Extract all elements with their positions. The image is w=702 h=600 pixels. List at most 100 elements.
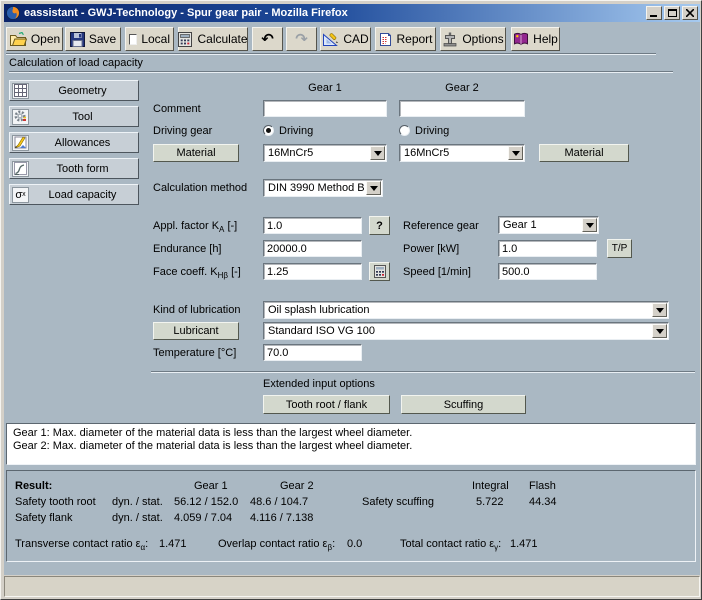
help-button-label: Help (533, 32, 558, 46)
sidebar-item-label: Allowances (29, 137, 136, 149)
local-toggle[interactable]: Local (125, 27, 174, 51)
results-integral-header: Integral (472, 480, 509, 492)
cad-button-label: CAD (343, 32, 368, 46)
calculator-icon (178, 32, 193, 47)
safety-flank-gear2-value: 4.116 / 7.138 (250, 512, 313, 524)
open-button-label: Open (31, 32, 60, 46)
power-input[interactable] (498, 240, 597, 257)
sidebar-item-load-capacity[interactable]: σx Load capacity (9, 184, 139, 205)
chevron-down-icon (370, 146, 385, 160)
title-bar[interactable]: eassistant - GWJ-Technology - Spur gear … (4, 4, 700, 22)
reference-gear-select[interactable]: Gear 1 (498, 216, 599, 234)
material-select-gear2[interactable]: 16MnCr5 (399, 144, 525, 162)
status-bar (4, 576, 700, 597)
face-coefficient-label: Face coeff. KHβ [-] (153, 266, 241, 280)
temperature-input[interactable] (263, 344, 362, 361)
safety-scuffing-flash-value: 44.34 (529, 496, 557, 508)
sidebar-item-tool[interactable]: Tool (9, 106, 139, 127)
application-factor-label: Appl. factor KA [-] (153, 220, 237, 234)
clamp-tool-icon (442, 32, 458, 47)
undo-button[interactable]: ↶ (252, 27, 283, 51)
face-coefficient-calculator-button[interactable] (369, 262, 390, 281)
sidebar-item-label: Load capacity (29, 189, 136, 201)
options-button[interactable]: Options (440, 27, 506, 51)
driving-radio-gear1[interactable] (263, 125, 274, 136)
calculate-button[interactable]: Calculate (178, 27, 248, 51)
local-checkbox[interactable] (129, 34, 137, 45)
chevron-down-icon (508, 146, 523, 160)
safety-flank-mode: dyn. / stat. (112, 512, 163, 524)
grid-table-icon (12, 83, 29, 99)
open-folder-icon (9, 32, 27, 47)
calculator-icon (374, 265, 386, 278)
application-factor-help-button[interactable]: ? (369, 216, 390, 235)
local-label: Local (141, 32, 170, 46)
maximize-button[interactable] (664, 6, 680, 20)
results-gear1-header: Gear 1 (194, 480, 228, 492)
face-coefficient-input[interactable] (263, 263, 362, 280)
message-line: Gear 1: Max. diameter of the material da… (13, 427, 689, 440)
overlap-contact-ratio-value: 0.0 (347, 538, 362, 550)
total-contact-ratio-value: 1.471 (510, 538, 538, 550)
header-divider (9, 71, 673, 73)
lubrication-kind-label: Kind of lubrication (153, 304, 240, 316)
sidebar-item-label: Geometry (29, 85, 136, 97)
speed-input[interactable] (498, 263, 597, 280)
results-title: Result: (15, 480, 52, 492)
lubricant-button[interactable]: Lubricant (153, 322, 239, 340)
results-flash-header: Flash (529, 480, 556, 492)
undo-icon: ↶ (261, 32, 274, 47)
lubricant-select[interactable]: Standard ISO VG 100 (263, 322, 669, 340)
sidebar-item-label: Tool (29, 111, 136, 123)
safety-tooth-root-mode: dyn. / stat. (112, 496, 163, 508)
report-button-label: Report (396, 32, 432, 46)
comment-input-gear2[interactable] (399, 100, 525, 117)
safety-flank-gear1-value: 4.059 / 7.04 (174, 512, 232, 524)
sidebar-item-allowances[interactable]: Allowances (9, 132, 139, 153)
safety-tooth-root-gear1-value: 56.12 / 152.0 (174, 496, 238, 508)
redo-button[interactable]: ↷ (286, 27, 317, 51)
save-button-label: Save (89, 32, 116, 46)
chevron-down-icon (652, 324, 667, 338)
firefox-icon (6, 6, 20, 20)
material-button-gear2[interactable]: Material (539, 144, 629, 162)
application-factor-input[interactable] (263, 217, 362, 234)
cad-button[interactable]: CAD (320, 27, 371, 51)
calculate-button-label: Calculate (197, 32, 247, 46)
toolbar-divider (6, 53, 656, 55)
help-button[interactable]: Help (511, 27, 560, 51)
results-gear2-header: Gear 2 (280, 480, 314, 492)
sidebar-item-geometry[interactable]: Geometry (9, 80, 139, 101)
tooth-profile-icon (12, 161, 29, 177)
chevron-down-icon (582, 218, 597, 232)
lubrication-kind-select[interactable]: Oil splash lubrication (263, 301, 669, 319)
safety-flank-label: Safety flank (15, 512, 72, 524)
torque-power-toggle-button[interactable]: T/P (607, 239, 632, 258)
help-book-icon (513, 32, 529, 46)
material-button-gear1[interactable]: Material (153, 144, 239, 162)
driving-radio-gear2[interactable] (399, 125, 410, 136)
temperature-label: Temperature [°C] (153, 347, 236, 359)
material-select-gear1[interactable]: 16MnCr5 (263, 144, 387, 162)
save-floppy-icon (70, 32, 85, 47)
gear1-column-header: Gear 1 (263, 82, 387, 94)
transverse-contact-ratio-label: Transverse contact ratio εα: (15, 538, 148, 552)
overlap-contact-ratio-label: Overlap contact ratio εβ: (218, 538, 335, 552)
chevron-down-icon (366, 181, 381, 195)
application-window: eassistant - GWJ-Technology - Spur gear … (0, 0, 702, 600)
endurance-input[interactable] (263, 240, 362, 257)
minimize-button[interactable] (646, 6, 662, 20)
scuffing-button[interactable]: Scuffing (401, 395, 526, 414)
calculation-method-select[interactable]: DIN 3990 Method B (263, 179, 383, 197)
close-icon[interactable] (682, 6, 698, 20)
report-button[interactable]: Report (375, 27, 436, 51)
report-document-icon (378, 32, 392, 47)
speed-label: Speed [1/min] (403, 266, 471, 278)
open-button[interactable]: Open (6, 27, 63, 51)
save-button[interactable]: Save (65, 27, 121, 51)
tooth-root-flank-button[interactable]: Tooth root / flank (263, 395, 390, 414)
calculation-method-label: Calculation method (153, 182, 247, 194)
comment-input-gear1[interactable] (263, 100, 387, 117)
sidebar-item-tooth-form[interactable]: Tooth form (9, 158, 139, 179)
set-square-pencil-icon (322, 32, 339, 47)
